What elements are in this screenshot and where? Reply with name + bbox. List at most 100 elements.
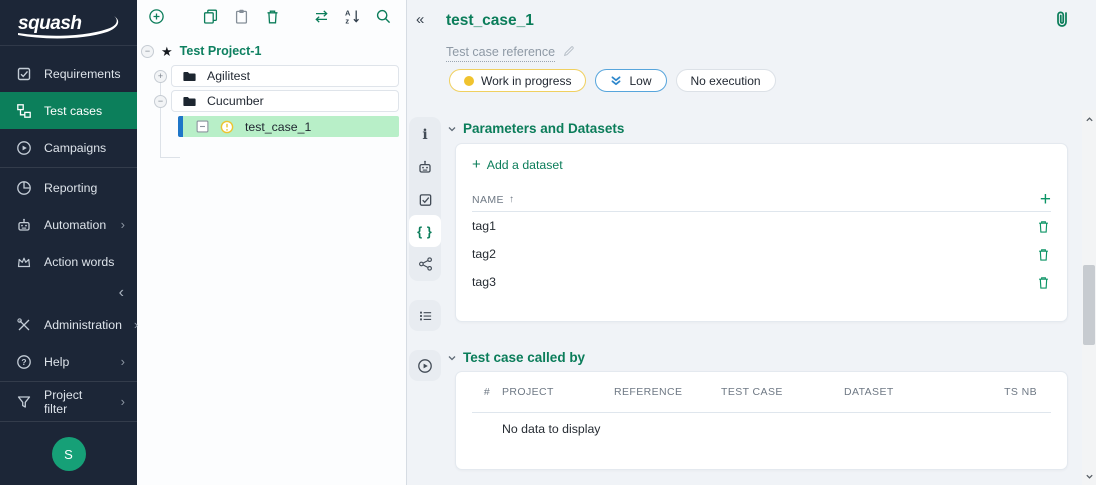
- tree-node-test-case-selected[interactable]: test_case_1: [178, 116, 399, 137]
- column-header-reference: REFERENCE: [614, 386, 721, 398]
- sidebar-divider: [0, 381, 137, 382]
- dataset-row[interactable]: tag3: [472, 268, 1051, 296]
- execution-status-badge: No execution: [676, 69, 776, 92]
- tab-executions[interactable]: [409, 352, 441, 380]
- swap-arrows-icon[interactable]: [310, 6, 332, 28]
- sidebar-item-label: Reporting: [44, 181, 97, 195]
- sidebar-item-help[interactable]: ? Help ›: [0, 343, 137, 380]
- campaigns-icon: [16, 140, 32, 156]
- search-icon[interactable]: [372, 6, 394, 28]
- sidebar-item-automation[interactable]: Automation ›: [0, 206, 137, 243]
- dataset-row[interactable]: tag2: [472, 240, 1051, 268]
- scroll-down-arrow-icon[interactable]: [1082, 469, 1096, 483]
- sidebar-item-test-cases[interactable]: Test cases: [0, 92, 137, 129]
- add-dataset-button[interactable]: + Add a dataset: [472, 158, 563, 172]
- section-parameters-header[interactable]: Parameters and Datasets: [447, 121, 624, 136]
- tab-automation[interactable]: [409, 151, 441, 183]
- double-chevron-down-icon: [610, 75, 622, 87]
- sidebar-item-label: Administration: [44, 318, 122, 332]
- empty-table-message: No data to display: [502, 422, 1051, 436]
- sidebar-item-reporting[interactable]: Reporting: [0, 169, 137, 206]
- scrollbar-thumb[interactable]: [1083, 265, 1095, 345]
- tab-information[interactable]: i: [409, 119, 441, 151]
- column-header-name[interactable]: NAME: [472, 194, 504, 206]
- sidebar-nav: Requirements Test cases Campaigns Report: [0, 46, 137, 423]
- tab-steps-list[interactable]: [409, 302, 441, 330]
- importance-label: Low: [629, 74, 651, 88]
- test-case-detail-pane: « test_case_1 Test case reference Work i…: [407, 0, 1096, 485]
- sidebar-item-project-filter[interactable]: Project filter ›: [0, 383, 137, 420]
- scroll-up-arrow-icon[interactable]: [1082, 112, 1096, 126]
- sidebar-item-administration[interactable]: Administration ›: [0, 306, 137, 343]
- add-dataset-label: Add a dataset: [487, 158, 563, 172]
- chevron-right-icon: ›: [134, 317, 150, 332]
- sidebar-item-campaigns[interactable]: Campaigns: [0, 129, 137, 166]
- delete-trash-icon[interactable]: [1036, 275, 1051, 290]
- add-parameter-plus-icon[interactable]: +: [1040, 192, 1051, 208]
- chevron-right-icon: ›: [121, 354, 137, 369]
- paste-clipboard-icon[interactable]: [230, 6, 252, 28]
- folder-agilitest[interactable]: Agilitest: [171, 65, 399, 87]
- status-badge[interactable]: Work in progress: [449, 69, 586, 92]
- tree-toolbar-right: Az: [310, 6, 394, 28]
- delete-trash-icon[interactable]: [1036, 219, 1051, 234]
- column-header-number: #: [472, 386, 502, 398]
- square-minus-icon[interactable]: [196, 120, 209, 133]
- edit-pencil-icon[interactable]: [562, 44, 576, 63]
- dataset-row[interactable]: tag1: [472, 212, 1051, 240]
- chevron-right-icon: ›: [121, 217, 137, 232]
- sort-ascending-icon[interactable]: ↑: [509, 194, 514, 205]
- importance-badge[interactable]: Low: [595, 69, 666, 92]
- collapse-toggle[interactable]: −: [141, 45, 154, 58]
- column-header-test-case: TEST CASE: [721, 386, 844, 398]
- section-called-by-header[interactable]: Test case called by: [447, 350, 585, 365]
- collapse-toggle[interactable]: −: [154, 95, 167, 108]
- app-window: squash Requirements Test cases: [0, 0, 1096, 485]
- badges-row: Work in progress Low No execution: [449, 69, 776, 92]
- sidebar-item-label: Project filter: [44, 388, 109, 416]
- tab-parameters-datasets[interactable]: { }: [409, 215, 441, 247]
- add-circle-icon[interactable]: [145, 6, 167, 28]
- chevron-down-icon: [447, 124, 457, 134]
- collapse-pane-icon[interactable]: «: [416, 11, 424, 28]
- delete-trash-icon[interactable]: [1036, 247, 1051, 262]
- collapse-icon: ‹: [119, 284, 124, 302]
- tab-group-main: i { }: [409, 117, 441, 281]
- section-title: Test case called by: [463, 350, 585, 365]
- status-dot-icon: [464, 76, 474, 86]
- sidebar-item-label: Help: [44, 355, 69, 369]
- delete-trash-icon[interactable]: [261, 6, 283, 28]
- user-avatar[interactable]: S: [52, 437, 86, 471]
- folder-cucumber[interactable]: Cucumber: [171, 90, 399, 112]
- copy-icon[interactable]: [199, 6, 221, 28]
- test-case-label: test_case_1: [245, 120, 311, 134]
- svg-text:z: z: [345, 17, 349, 26]
- chevron-down-icon: [447, 353, 457, 363]
- squash-logo[interactable]: squash: [0, 0, 137, 46]
- expand-toggle[interactable]: +: [154, 70, 167, 83]
- sidebar-collapse-button[interactable]: ‹: [0, 280, 137, 306]
- tab-calling-test-cases[interactable]: [409, 247, 441, 279]
- section-title: Parameters and Datasets: [463, 121, 624, 136]
- execution-label: No execution: [691, 74, 761, 88]
- sidebar-item-requirements[interactable]: Requirements: [0, 55, 137, 92]
- folder-icon: [182, 69, 197, 84]
- crown-icon: [16, 254, 32, 270]
- sort-az-icon[interactable]: Az: [341, 6, 363, 28]
- sidebar: squash Requirements Test cases: [0, 0, 137, 485]
- attachment-paperclip-icon[interactable]: [1052, 9, 1072, 34]
- vertical-scrollbar[interactable]: [1082, 110, 1096, 485]
- braces-icon: { }: [417, 224, 433, 239]
- page-title: test_case_1: [446, 12, 534, 30]
- test-case-reference-field[interactable]: Test case reference: [446, 45, 555, 62]
- test-case-row[interactable]: test_case_1: [183, 116, 399, 137]
- project-label[interactable]: Test Project-1: [180, 44, 262, 58]
- datasets-table-header: NAME ↑ +: [472, 188, 1051, 212]
- tab-group-steps: [409, 300, 441, 331]
- tree-node-folder: + Agilitest: [154, 65, 406, 87]
- sidebar-divider: [0, 167, 137, 168]
- tab-verified-requirements[interactable]: [409, 183, 441, 215]
- sidebar-item-action-words[interactable]: Action words: [0, 243, 137, 280]
- tree-node-project[interactable]: − ★ Test Project-1: [141, 40, 406, 62]
- sidebar-item-label: Campaigns: [44, 141, 106, 155]
